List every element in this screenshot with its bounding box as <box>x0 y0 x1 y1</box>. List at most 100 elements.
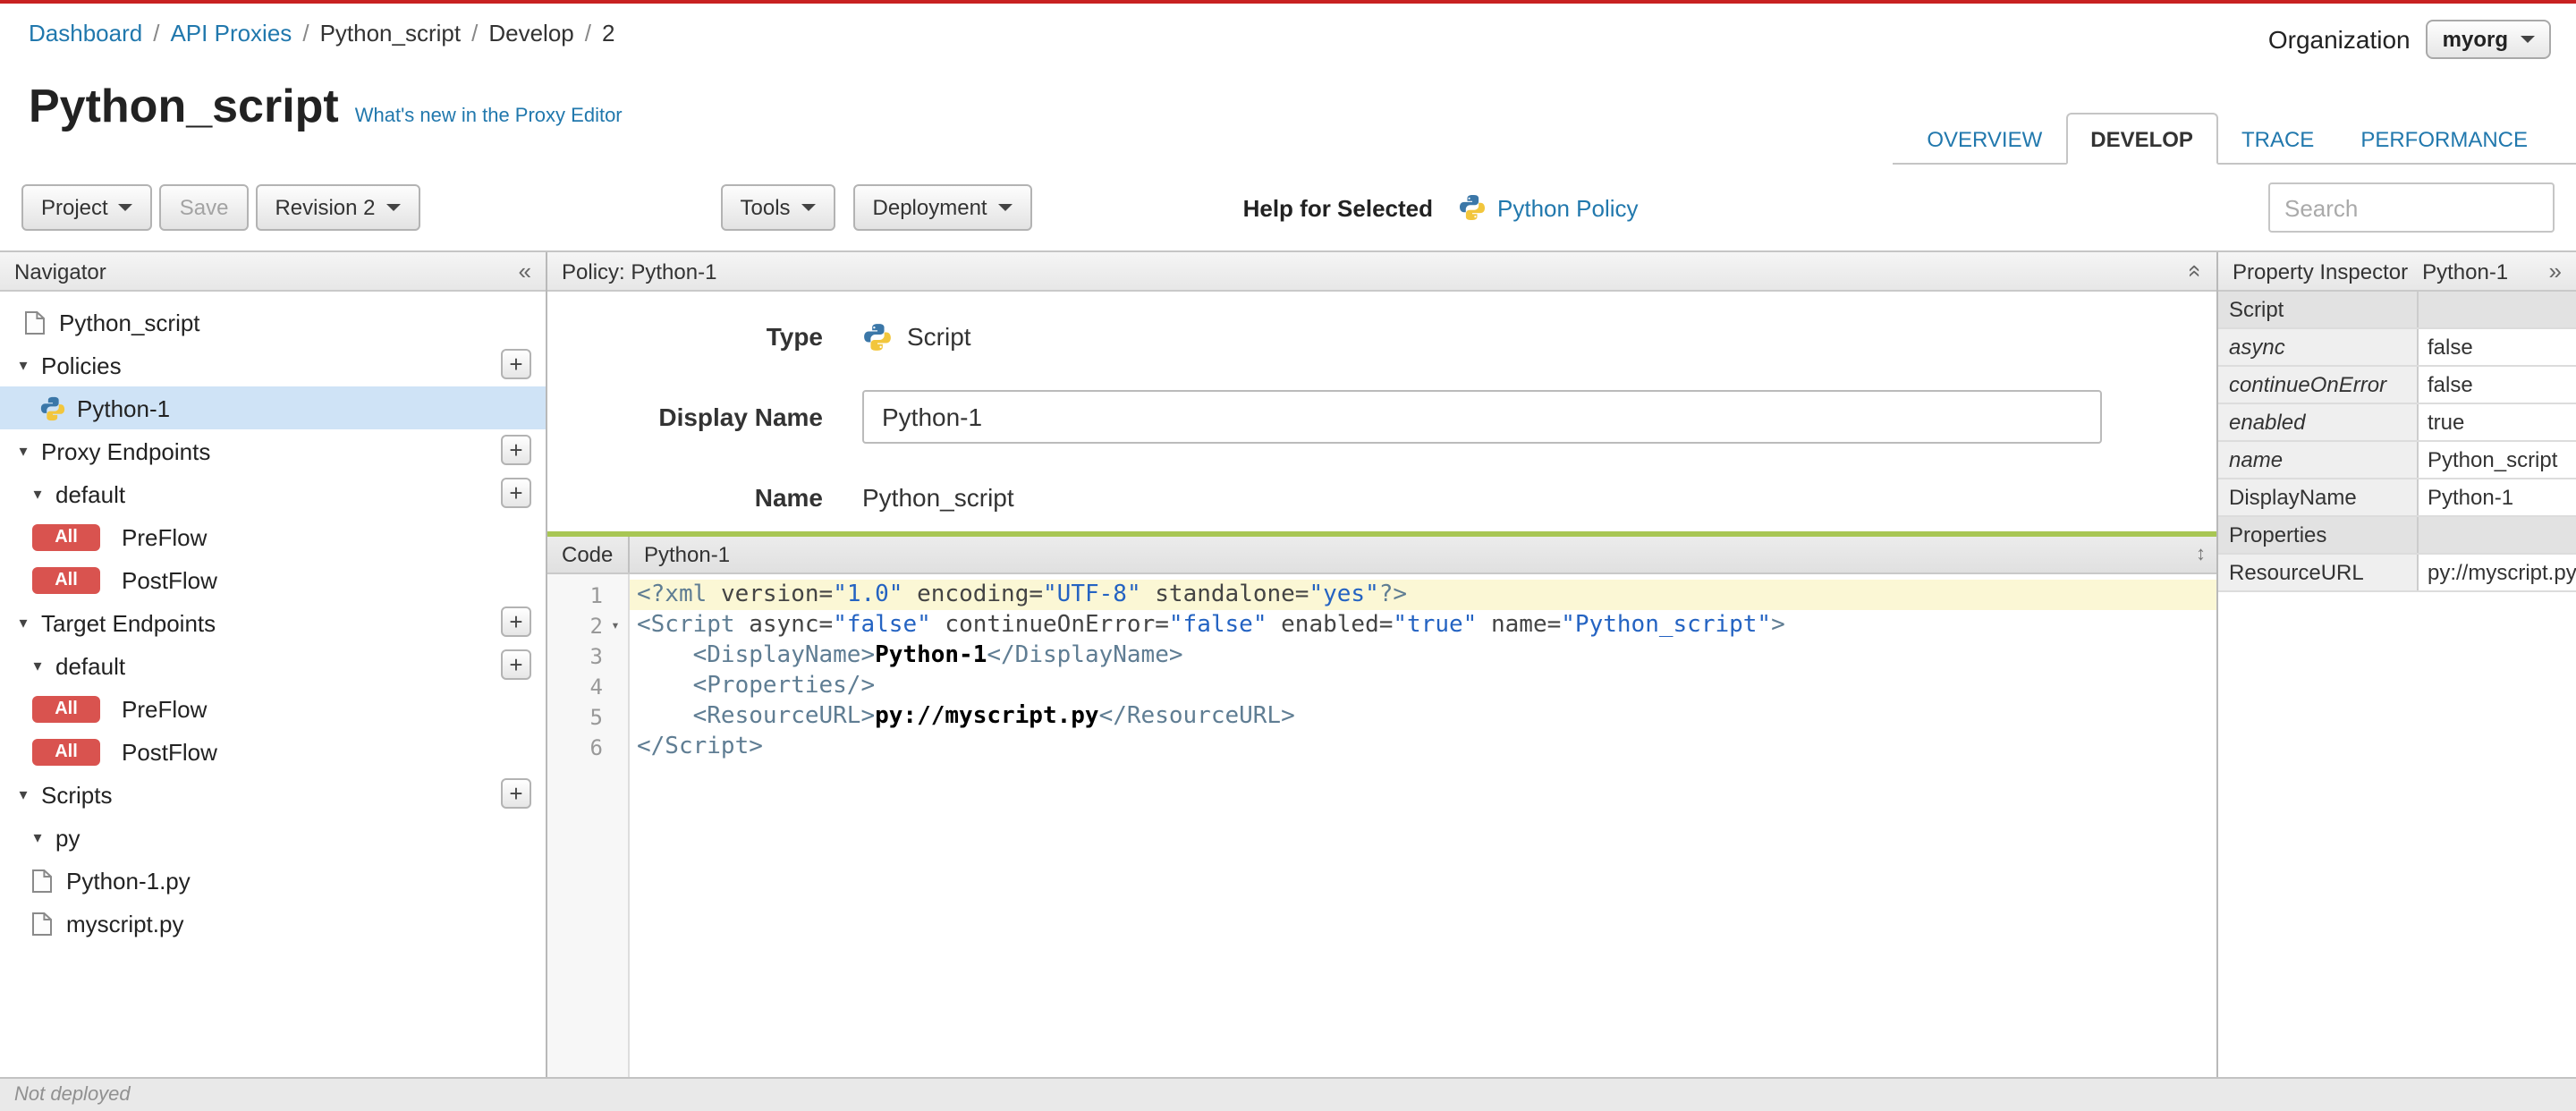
nav-item-target-postflow[interactable]: All PostFlow <box>0 730 546 773</box>
breadcrumb-proxy-name: Python_script <box>319 20 462 47</box>
organization: Organization myorg <box>2268 20 2551 59</box>
expand-right-icon[interactable]: » <box>2549 259 2562 283</box>
tab-trace[interactable]: TRACE <box>2218 114 2337 163</box>
nav-item-proxy-default[interactable]: ▾ default + <box>0 472 546 515</box>
tab-strip: OVERVIEW DEVELOP TRACE PERFORMANCE <box>1893 113 2576 165</box>
code-line[interactable]: </Script> <box>630 732 2216 762</box>
nav-item-label: Python-1.py <box>66 867 191 894</box>
code-line[interactable]: <?xml version="1.0" encoding="UTF-8" sta… <box>630 580 2216 610</box>
property-row-enabled: enabled true <box>2218 404 2576 442</box>
project-button[interactable]: Project <box>21 184 153 231</box>
title-row: Python_script What's new in the Proxy Ed… <box>0 72 2576 165</box>
property-section-label: Script <box>2218 292 2419 327</box>
property-value[interactable]: true <box>2419 404 2576 440</box>
nav-section-proxy-endpoints[interactable]: ▾ Proxy Endpoints + <box>0 429 546 472</box>
add-target-endpoint-button[interactable]: + <box>501 606 531 637</box>
tab-performance[interactable]: PERFORMANCE <box>2337 114 2551 163</box>
caret-down-icon <box>118 204 133 211</box>
resize-vertical-icon[interactable]: ↕ <box>2196 544 2206 565</box>
policy-form: Type Script Display Name Name Python_scr… <box>547 292 2216 531</box>
collapse-panel-icon[interactable]: « <box>2182 265 2209 277</box>
property-row-name: name Python_script <box>2218 442 2576 479</box>
tools-button[interactable]: Tools <box>720 184 835 231</box>
python-policy-label: Python Policy <box>1497 194 1639 221</box>
policy-editor-panel: Policy: Python-1 « Type Script Display N… <box>547 252 2218 1077</box>
tab-develop[interactable]: DEVELOP <box>2065 113 2218 165</box>
add-flow-button[interactable]: + <box>501 649 531 680</box>
chevron-down-icon: ▾ <box>19 613 28 631</box>
name-value: Python_script <box>862 483 1014 512</box>
revision-button[interactable]: Revision 2 <box>255 184 420 231</box>
nav-section-label: Policies <box>41 352 122 378</box>
save-button[interactable]: Save <box>159 184 249 231</box>
code-line[interactable]: <Script async="false" continueOnError="f… <box>630 610 2216 640</box>
add-proxy-endpoint-button[interactable]: + <box>501 435 531 465</box>
python-policy-link[interactable]: Python Policy <box>1458 193 1639 222</box>
caret-down-icon <box>801 204 816 211</box>
code-line[interactable]: <Properties/> <box>630 671 2216 701</box>
search-input[interactable] <box>2268 182 2555 233</box>
add-policy-button[interactable]: + <box>501 349 531 379</box>
property-label: ResourceURL <box>2218 555 2419 590</box>
nav-item-target-preflow[interactable]: All PreFlow <box>0 687 546 730</box>
nav-item-python-1-py[interactable]: Python-1.py <box>0 859 546 902</box>
gutter-line: 6 <box>547 732 628 762</box>
organization-select[interactable]: myorg <box>2426 20 2551 59</box>
property-value[interactable]: Python-1 <box>2419 479 2576 515</box>
nav-item-proxy-postflow[interactable]: All PostFlow <box>0 558 546 601</box>
add-script-button[interactable]: + <box>501 778 531 809</box>
navigator-header: Navigator « <box>0 252 546 292</box>
nav-item-py-group[interactable]: ▾ py <box>0 816 546 859</box>
code-line[interactable]: <ResourceURL>py://myscript.py</ResourceU… <box>630 701 2216 732</box>
property-value[interactable]: false <box>2419 329 2576 365</box>
nav-item-label: Python-1 <box>77 394 171 421</box>
policy-panel-header: Policy: Python-1 « <box>547 252 2216 292</box>
property-label: continueOnError <box>2218 367 2419 403</box>
chevron-down-icon: ▾ <box>19 355 28 373</box>
whats-new-link[interactable]: What's new in the Proxy Editor <box>355 106 623 127</box>
line-number: 2 <box>589 613 603 638</box>
gutter-line: 5 <box>547 701 628 732</box>
nav-section-target-endpoints[interactable]: ▾ Target Endpoints + <box>0 601 546 644</box>
deployment-button[interactable]: Deployment <box>852 184 1032 231</box>
property-row-async: async false <box>2218 329 2576 367</box>
chevron-down-icon: ▾ <box>33 656 42 674</box>
nav-item-proxy-preflow[interactable]: All PreFlow <box>0 515 546 558</box>
nav-section-scripts[interactable]: ▾ Scripts + <box>0 773 546 816</box>
line-number: 4 <box>589 674 603 699</box>
property-value[interactable]: py://myscript.py <box>2419 555 2576 590</box>
deployment-status: Not deployed <box>14 1084 131 1106</box>
nav-item-label: PostFlow <box>122 738 217 765</box>
project-button-label: Project <box>41 195 108 220</box>
code-tab-python-1[interactable]: Python-1 <box>630 542 730 567</box>
nav-item-target-default[interactable]: ▾ default + <box>0 644 546 687</box>
property-section-properties: Properties <box>2218 517 2576 555</box>
breadcrumb-separator: / <box>471 20 479 47</box>
property-row-continueonerror: continueOnError false <box>2218 367 2576 404</box>
nav-item-label: PreFlow <box>122 695 208 722</box>
code-line[interactable]: <DisplayName>Python-1</DisplayName> <box>630 640 2216 671</box>
breadcrumb-api-proxies[interactable]: API Proxies <box>170 20 292 47</box>
breadcrumb-dashboard[interactable]: Dashboard <box>29 20 142 47</box>
property-value[interactable]: Python_script <box>2419 442 2576 478</box>
code-editor[interactable]: 1 2 ▾ 3 4 5 6 <?xml version="1.0" encoding="UT… <box>547 574 2216 1077</box>
revision-button-label: Revision 2 <box>275 195 376 220</box>
nav-section-policies[interactable]: ▾ Policies + <box>0 343 546 386</box>
nav-item-python-1[interactable]: Python-1 <box>0 386 546 429</box>
code-lines[interactable]: <?xml version="1.0" encoding="UTF-8" sta… <box>630 574 2216 1077</box>
fold-icon[interactable]: ▾ <box>603 617 628 633</box>
collapse-left-icon[interactable]: « <box>519 259 531 283</box>
breadcrumb: Dashboard / API Proxies / Python_script / Deve… <box>29 20 614 47</box>
nav-item-proxy-root[interactable]: Python_script <box>0 301 546 343</box>
tab-overview[interactable]: OVERVIEW <box>1903 114 2065 163</box>
nav-item-myscript-py[interactable]: myscript.py <box>0 902 546 945</box>
property-value[interactable]: false <box>2419 367 2576 403</box>
gutter-line: 4 <box>547 671 628 701</box>
display-name-input[interactable] <box>862 390 2102 444</box>
breadcrumb-develop: Develop <box>488 20 574 47</box>
property-label: async <box>2218 329 2419 365</box>
add-flow-button[interactable]: + <box>501 478 531 508</box>
type-value: Script <box>907 322 971 351</box>
policy-panel-title: Policy: Python-1 <box>562 259 717 284</box>
deployment-button-label: Deployment <box>872 195 987 220</box>
